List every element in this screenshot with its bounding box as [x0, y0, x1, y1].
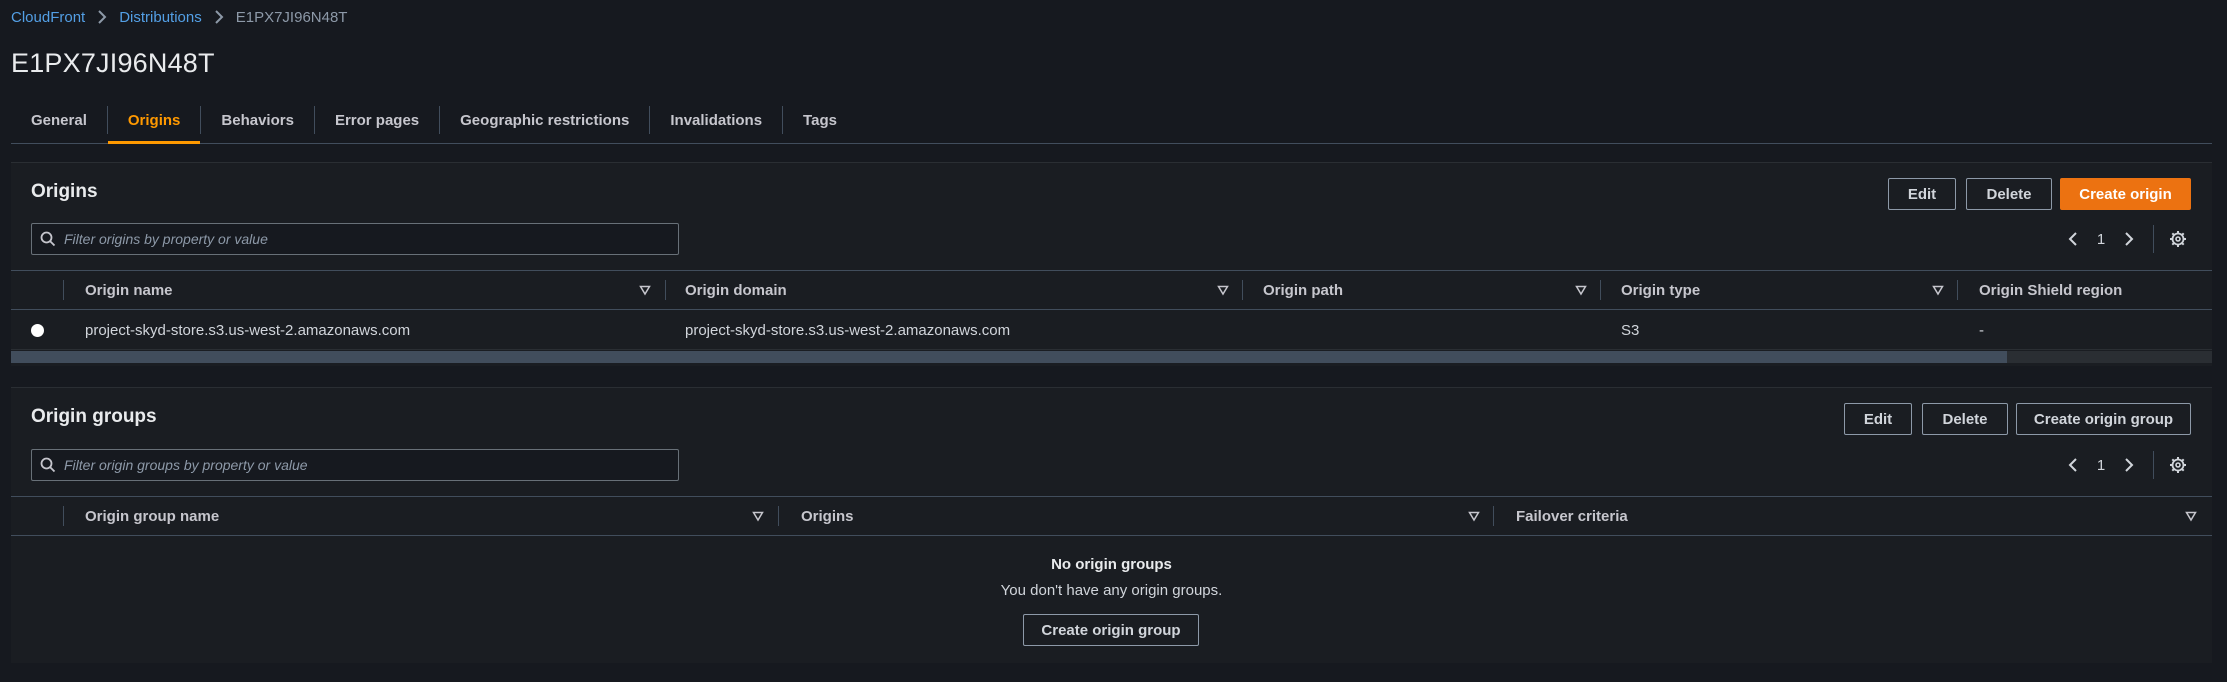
sort-down-icon[interactable] [1217, 284, 1229, 296]
column-origin-shield-region[interactable]: Origin Shield region [1979, 271, 2122, 309]
edit-origin-group-button[interactable]: Edit [1844, 403, 1912, 435]
divider [2153, 225, 2154, 253]
chevron-right-icon [85, 10, 119, 24]
gear-icon[interactable] [2164, 225, 2192, 253]
search-icon [32, 457, 64, 473]
breadcrumb: CloudFront Distributions E1PX7JI96N48T [11, 7, 347, 27]
origin-groups-table-header: Origin group name Origins Failover crite… [11, 496, 2212, 536]
tab-general[interactable]: General [11, 97, 107, 143]
origins-container: Origins Edit Delete Create origin 1 Orig… [11, 162, 2212, 366]
origins-pagination: 1 [2059, 223, 2192, 255]
column-origin-path[interactable]: Origin path [1263, 271, 1343, 309]
breadcrumb-current: E1PX7JI96N48T [235, 8, 348, 26]
origins-table-header: Origin name Origin domain Origin path Or… [11, 270, 2212, 310]
create-origin-button[interactable]: Create origin [2060, 178, 2191, 210]
delete-origin-button[interactable]: Delete [1966, 178, 2052, 210]
cell-origin-domain: project-skyd-store.s3.us-west-2.amazonaw… [685, 321, 1011, 339]
cell-origin-name: project-skyd-store.s3.us-west-2.amazonaw… [85, 321, 411, 339]
column-divider [1242, 280, 1243, 300]
sort-down-icon[interactable] [2185, 510, 2197, 522]
breadcrumb-distributions-link[interactable]: Distributions [119, 9, 202, 26]
column-divider [63, 280, 64, 300]
page-number[interactable]: 1 [2087, 231, 2115, 248]
table-row[interactable]: project-skyd-store.s3.us-west-2.amazonaw… [11, 310, 2212, 350]
breadcrumb-cloudfront-link[interactable]: CloudFront [11, 9, 85, 26]
column-origin-domain[interactable]: Origin domain [685, 271, 787, 309]
origin-groups-title: Origin groups [31, 406, 157, 427]
empty-state-title: No origin groups [1051, 556, 1172, 573]
sort-down-icon[interactable] [752, 510, 764, 522]
horizontal-scrollbar[interactable] [11, 351, 2212, 363]
search-icon [32, 231, 64, 247]
column-origin-name[interactable]: Origin name [85, 271, 173, 309]
column-divider [1600, 280, 1601, 300]
column-divider [665, 280, 666, 300]
tab-origins[interactable]: Origins [107, 97, 201, 144]
column-origin-type[interactable]: Origin type [1621, 271, 1700, 309]
tab-invalidations[interactable]: Invalidations [650, 97, 782, 143]
column-origins[interactable]: Origins [801, 497, 854, 535]
tab-label: General [31, 111, 87, 129]
delete-origin-group-button[interactable]: Delete [1922, 403, 2008, 435]
chevron-left-icon[interactable] [2059, 225, 2087, 253]
create-origin-group-button[interactable]: Create origin group [2016, 403, 2191, 435]
sort-down-icon[interactable] [1932, 284, 1944, 296]
origin-groups-search-input[interactable] [64, 450, 678, 480]
origins-search-input[interactable] [64, 224, 678, 254]
sort-down-icon[interactable] [1468, 510, 1480, 522]
edit-origin-button[interactable]: Edit [1888, 178, 1956, 210]
page-number[interactable]: 1 [2087, 457, 2115, 474]
empty-state-text: You don't have any origin groups. [1000, 582, 1223, 599]
tab-label: Invalidations [670, 111, 763, 129]
origins-filter[interactable] [31, 223, 679, 255]
column-divider [778, 506, 779, 526]
gear-icon[interactable] [2164, 451, 2192, 479]
tab-label: Tags [803, 111, 837, 129]
sort-down-icon[interactable] [1575, 284, 1587, 296]
column-failover-criteria[interactable]: Failover criteria [1516, 497, 1628, 535]
tab-label: Geographic restrictions [460, 111, 630, 129]
origins-title: Origins [31, 181, 98, 202]
column-divider [1493, 506, 1494, 526]
chevron-right-icon[interactable] [2115, 225, 2143, 253]
page-title: E1PX7JI96N48T [11, 48, 215, 78]
tab-label: Behaviors [221, 111, 294, 129]
origin-groups-filter[interactable] [31, 449, 679, 481]
tab-geographic-restrictions[interactable]: Geographic restrictions [440, 97, 649, 143]
tab-label: Error pages [334, 111, 420, 129]
chevron-left-icon[interactable] [2059, 451, 2087, 479]
tab-label: Origins [127, 111, 181, 129]
row-select-radio[interactable] [31, 324, 44, 337]
sort-down-icon[interactable] [639, 284, 651, 296]
divider [2153, 451, 2154, 479]
cell-origin-shield-region: - [1979, 321, 1984, 339]
tab-behaviors[interactable]: Behaviors [201, 97, 314, 143]
scrollbar-thumb[interactable] [11, 351, 2007, 363]
chevron-right-icon [202, 10, 236, 24]
origin-groups-container: Origin groups Edit Delete Create origin … [11, 387, 2212, 663]
column-divider [63, 506, 64, 526]
tab-bar: General Origins Behaviors Error pages Ge… [11, 97, 2212, 144]
empty-create-origin-group-button[interactable]: Create origin group [1023, 614, 1199, 646]
origin-groups-pagination: 1 [2059, 449, 2192, 481]
cell-origin-type: S3 [1621, 321, 1640, 339]
chevron-right-icon[interactable] [2115, 451, 2143, 479]
tab-tags[interactable]: Tags [783, 97, 857, 143]
tab-error-pages[interactable]: Error pages [315, 97, 439, 143]
column-divider [1957, 280, 1958, 300]
column-origin-group-name[interactable]: Origin group name [85, 497, 219, 535]
